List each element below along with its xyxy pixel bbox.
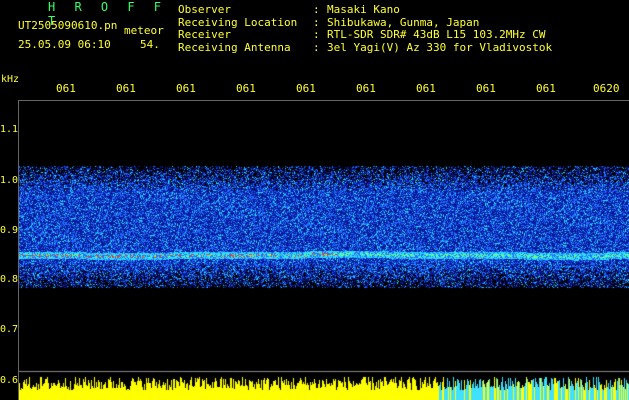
info-key: Receiver: [178, 28, 231, 41]
time-tick: 061: [56, 82, 76, 95]
info-row-antenna: Receiving Antenna:3el Yagi(V) Az 330 for…: [178, 40, 553, 55]
info-colon: :: [313, 3, 320, 16]
plot-frame-left: [18, 100, 19, 400]
count-value: 54.: [140, 38, 160, 51]
file-name: UT2505090610.pn: [18, 19, 118, 32]
date-time: 25.05.09 06:10: [18, 38, 111, 51]
time-tick: 061: [116, 82, 136, 95]
meteor-label: meteor: [124, 24, 164, 37]
station-info: Observer: Masaki Kano Receiving Location:…: [178, 3, 553, 55]
time-tick: 061: [176, 82, 196, 95]
time-tick: 061: [296, 82, 316, 95]
info-value: 3el Yagi(V) Az 330 for Vladivostok: [327, 40, 553, 54]
time-axis: 061 061 061 061 061 061 061 061 061 0620: [0, 82, 629, 96]
info-value: Masaki Kano: [327, 3, 400, 16]
info-key: Observer: [178, 3, 231, 16]
info-colon: :: [313, 28, 320, 41]
plot-frame-top: [18, 100, 629, 101]
freq-tick: 1.0: [0, 175, 19, 186]
spectrogram: [18, 100, 629, 400]
freq-tick: 0.8: [0, 274, 19, 285]
info-row-observer: Observer: Masaki Kano: [178, 3, 552, 17]
info-colon: :: [313, 40, 320, 54]
freq-tick: 0.9: [0, 225, 19, 236]
freq-tick: 0.7: [0, 324, 19, 335]
info-key: Receiving Antenna: [178, 40, 291, 54]
header-left: H R O F F T UT2505090610.pn meteor 25.05…: [0, 0, 175, 60]
freq-tick: 0.6: [0, 375, 19, 386]
info-value: RTL-SDR SDR# 43dB L15 103.2MHz CW: [327, 28, 546, 41]
time-tick: 061: [536, 82, 556, 95]
time-tick: 061: [356, 82, 376, 95]
freq-tick: 1.1: [0, 124, 19, 135]
time-tick: 061: [416, 82, 436, 95]
info-row-receiver: Receiver: RTL-SDR SDR# 43dB L15 103.2MHz …: [178, 28, 552, 42]
time-tick: 061: [476, 82, 496, 95]
time-tick: 061: [236, 82, 256, 95]
frequency-axis: 1.1 1.0 0.9 0.8 0.7 0.6: [0, 0, 20, 400]
time-tick: 0620: [593, 82, 620, 95]
